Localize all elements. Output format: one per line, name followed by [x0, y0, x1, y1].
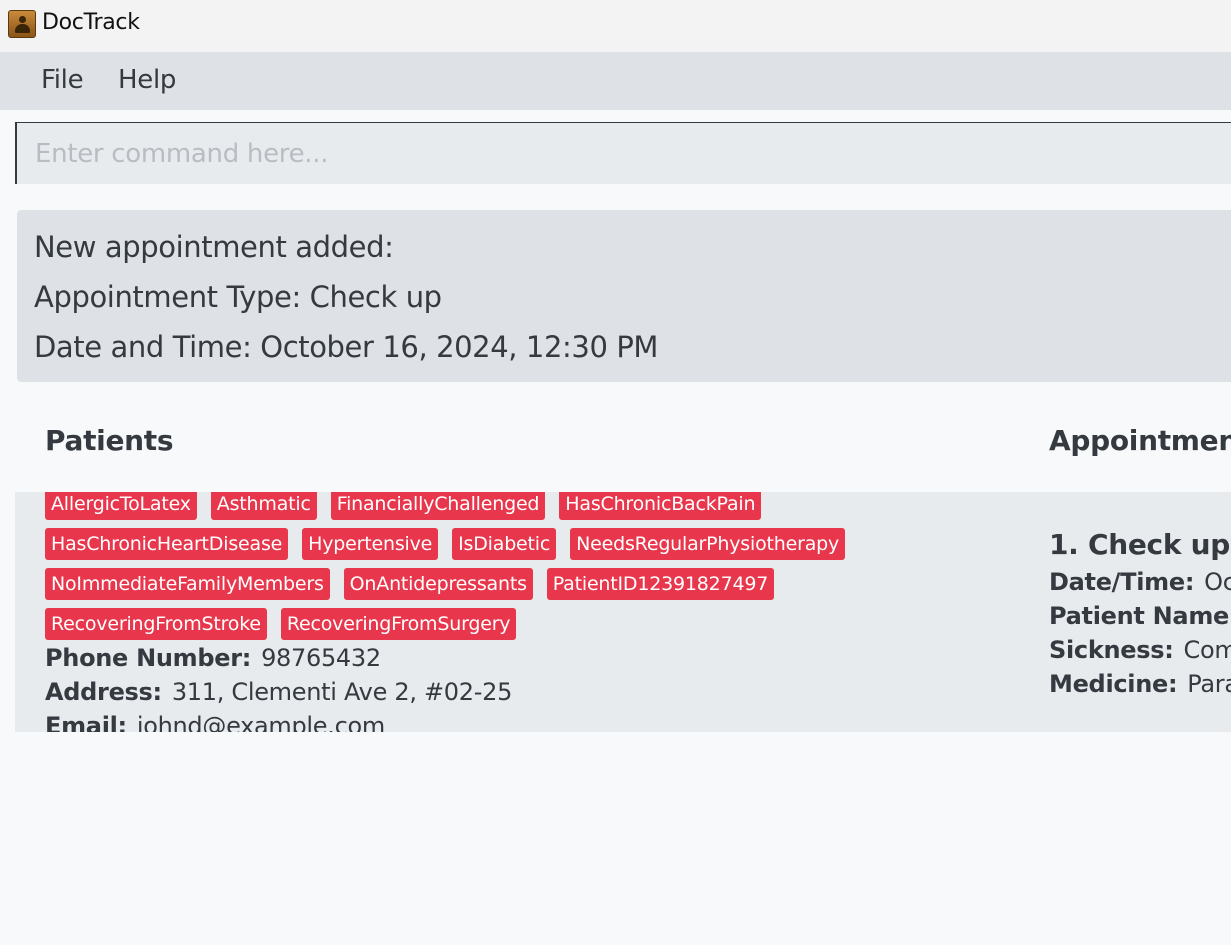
app-icon [8, 10, 36, 38]
email-value: johnd@example.com [136, 712, 385, 732]
datetime-field: Date/Time: Oct [1049, 568, 1231, 596]
address-value: 311, Clementi Ave 2, #02-25 [171, 678, 513, 706]
datetime-value: Oct [1204, 568, 1231, 596]
sickness-field: Sickness: Comn [1049, 636, 1231, 664]
tag: FinanciallyChallenged [330, 492, 546, 520]
medicine-label: Medicine: [1049, 670, 1178, 698]
tag: NoImmediateFamilyMembers [45, 568, 330, 600]
medicine-value: Parac [1187, 670, 1231, 698]
patient-name-field: Patient Name: [1049, 602, 1231, 630]
patient-card[interactable]: AllergicToLatex Asthmatic FinanciallyCha… [15, 492, 1021, 732]
patients-title: Patients [45, 424, 174, 457]
phone-field: Phone Number: 98765432 [45, 644, 381, 672]
tag: OnAntidepressants [343, 568, 533, 600]
title-bar: DocTrack [0, 0, 1231, 52]
command-box [15, 122, 1231, 184]
tag: HasChronicBackPain [559, 492, 762, 520]
tag: RecoveringFromStroke [45, 608, 267, 640]
appointment-card[interactable]: 1. Check up Date/Time:Oct Patient Name: … [1021, 492, 1231, 732]
email-field: Email: johnd@example.com [45, 712, 385, 732]
tag: PatientID12391827497 [546, 568, 775, 600]
app-title: DocTrack [42, 10, 140, 35]
tag: RecoveringFromSurgery [280, 608, 517, 640]
appointment-heading: 1. Check up [1049, 528, 1230, 561]
sickness-label: Sickness: [1049, 636, 1174, 664]
tag: Hypertensive [302, 528, 439, 560]
appointments-title: Appointmen [1049, 424, 1231, 457]
address-field: Address: 311, Clementi Ave 2, #02-25 [45, 678, 512, 706]
tag: AllergicToLatex [45, 492, 197, 520]
result-line: Date and Time: October 16, 2024, 12:30 P… [34, 330, 659, 364]
patient-tags: AllergicToLatex Asthmatic FinanciallyCha… [45, 492, 1005, 640]
datetime-label: Date/Time: [1049, 568, 1195, 596]
phone-label: Phone Number: [45, 644, 252, 672]
result-display: New appointment added: Appointment Type:… [17, 210, 1231, 382]
menu-bar: File Help [0, 52, 1231, 110]
command-input[interactable] [17, 123, 1231, 184]
result-line: New appointment added: [34, 230, 394, 264]
email-label: Email: [45, 712, 127, 732]
tag: IsDiabetic [452, 528, 557, 560]
tag: Asthmatic [210, 492, 317, 520]
menu-file[interactable]: File [41, 65, 84, 95]
menu-help[interactable]: Help [118, 65, 176, 95]
medicine-field: Medicine: Parac [1049, 670, 1231, 698]
patient-name-label: Patient Name: [1049, 602, 1231, 630]
tag: NeedsRegularPhysiotherapy [570, 528, 846, 560]
sickness-value: Comn [1183, 636, 1231, 664]
result-line: Appointment Type: Check up [34, 280, 442, 314]
phone-value: 98765432 [261, 644, 381, 672]
address-label: Address: [45, 678, 162, 706]
tag: HasChronicHeartDisease [45, 528, 289, 560]
